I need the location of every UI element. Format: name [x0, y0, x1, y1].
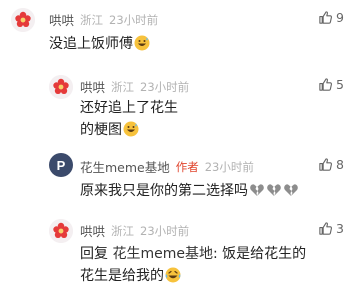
- avatar-letter: P: [56, 157, 66, 173]
- comment-meta: 哄哄 浙江 23小时前: [49, 10, 158, 29]
- grinning-sweat-emoji-icon: [134, 35, 150, 51]
- location: 浙江: [80, 12, 104, 27]
- comment-text: 没追上饭师傅: [49, 33, 150, 55]
- comment-text: 原来我只是你的第二选择吗: [80, 180, 299, 202]
- reply-text: : 饭是给花生的: [212, 246, 307, 262]
- username[interactable]: 哄哄: [80, 77, 105, 96]
- timestamp: 23小时前: [140, 79, 190, 94]
- user-avatar[interactable]: [49, 75, 73, 99]
- comment-body-line-2: 花生是给我的: [80, 265, 306, 287]
- comment-text: 回复 花生meme基地: 饭是给花生的 花生是给我的: [80, 243, 306, 287]
- comment-body-line-1: 回复 花生meme基地: 饭是给花生的: [80, 243, 306, 265]
- reply-target-username[interactable]: 花生meme基地: [112, 246, 213, 262]
- thumbs-up-icon: [319, 222, 333, 235]
- thumbs-up-icon: [319, 158, 333, 171]
- comment-meta: 哄哄 浙江 23小时前: [80, 221, 189, 240]
- flower-avatar-icon: [11, 8, 35, 32]
- comment-body: 没追上饭师傅: [49, 36, 133, 52]
- broken-heart-emoji-icon: [284, 184, 298, 196]
- like-button[interactable]: 5: [318, 77, 344, 92]
- grinning-sweat-emoji-icon: [123, 121, 139, 137]
- comment-body-line-2-text: 花生是给我的: [80, 268, 164, 284]
- location: 浙江: [111, 223, 135, 238]
- username[interactable]: 花生meme基地: [80, 157, 170, 176]
- like-button[interactable]: 9: [318, 10, 344, 25]
- comment-meta: 花生meme基地 作者 23小时前: [80, 157, 254, 176]
- reply-prefix: 回复: [80, 246, 108, 262]
- comment-body: 原来我只是你的第二选择吗: [80, 183, 248, 199]
- timestamp: 23小时前: [204, 159, 254, 174]
- broken-heart-emoji-icon: [267, 184, 281, 196]
- comment-body-line-1: 还好追上了花生: [80, 100, 178, 116]
- comment-text: 还好追上了花生 的梗图: [80, 97, 178, 141]
- thumbs-up-icon: [319, 11, 333, 24]
- like-count: 9: [336, 10, 344, 25]
- timestamp: 23小时前: [140, 223, 190, 238]
- username[interactable]: 哄哄: [80, 221, 105, 240]
- username[interactable]: 哄哄: [49, 10, 74, 29]
- like-button[interactable]: 3: [318, 221, 344, 236]
- like-count: 3: [336, 221, 344, 236]
- like-button[interactable]: 8: [318, 157, 344, 172]
- flower-avatar-icon: [49, 75, 73, 99]
- flower-avatar-icon: [49, 219, 73, 243]
- comment-meta: 哄哄 浙江 23小时前: [80, 77, 189, 96]
- author-badge: 作者: [175, 159, 199, 174]
- like-count: 5: [336, 77, 344, 92]
- thumbs-up-icon: [319, 78, 333, 91]
- laughing-tears-emoji-icon: [165, 267, 181, 283]
- user-avatar[interactable]: [11, 8, 35, 32]
- timestamp: 23小时前: [109, 12, 159, 27]
- comment-body-line-2-text: 的梗图: [80, 122, 122, 138]
- author-avatar[interactable]: P: [49, 153, 73, 177]
- location: 浙江: [111, 79, 135, 94]
- like-count: 8: [336, 157, 344, 172]
- comment-body-line-2: 的梗图: [80, 119, 178, 141]
- broken-heart-emoji-icon: [250, 184, 264, 196]
- user-avatar[interactable]: [49, 219, 73, 243]
